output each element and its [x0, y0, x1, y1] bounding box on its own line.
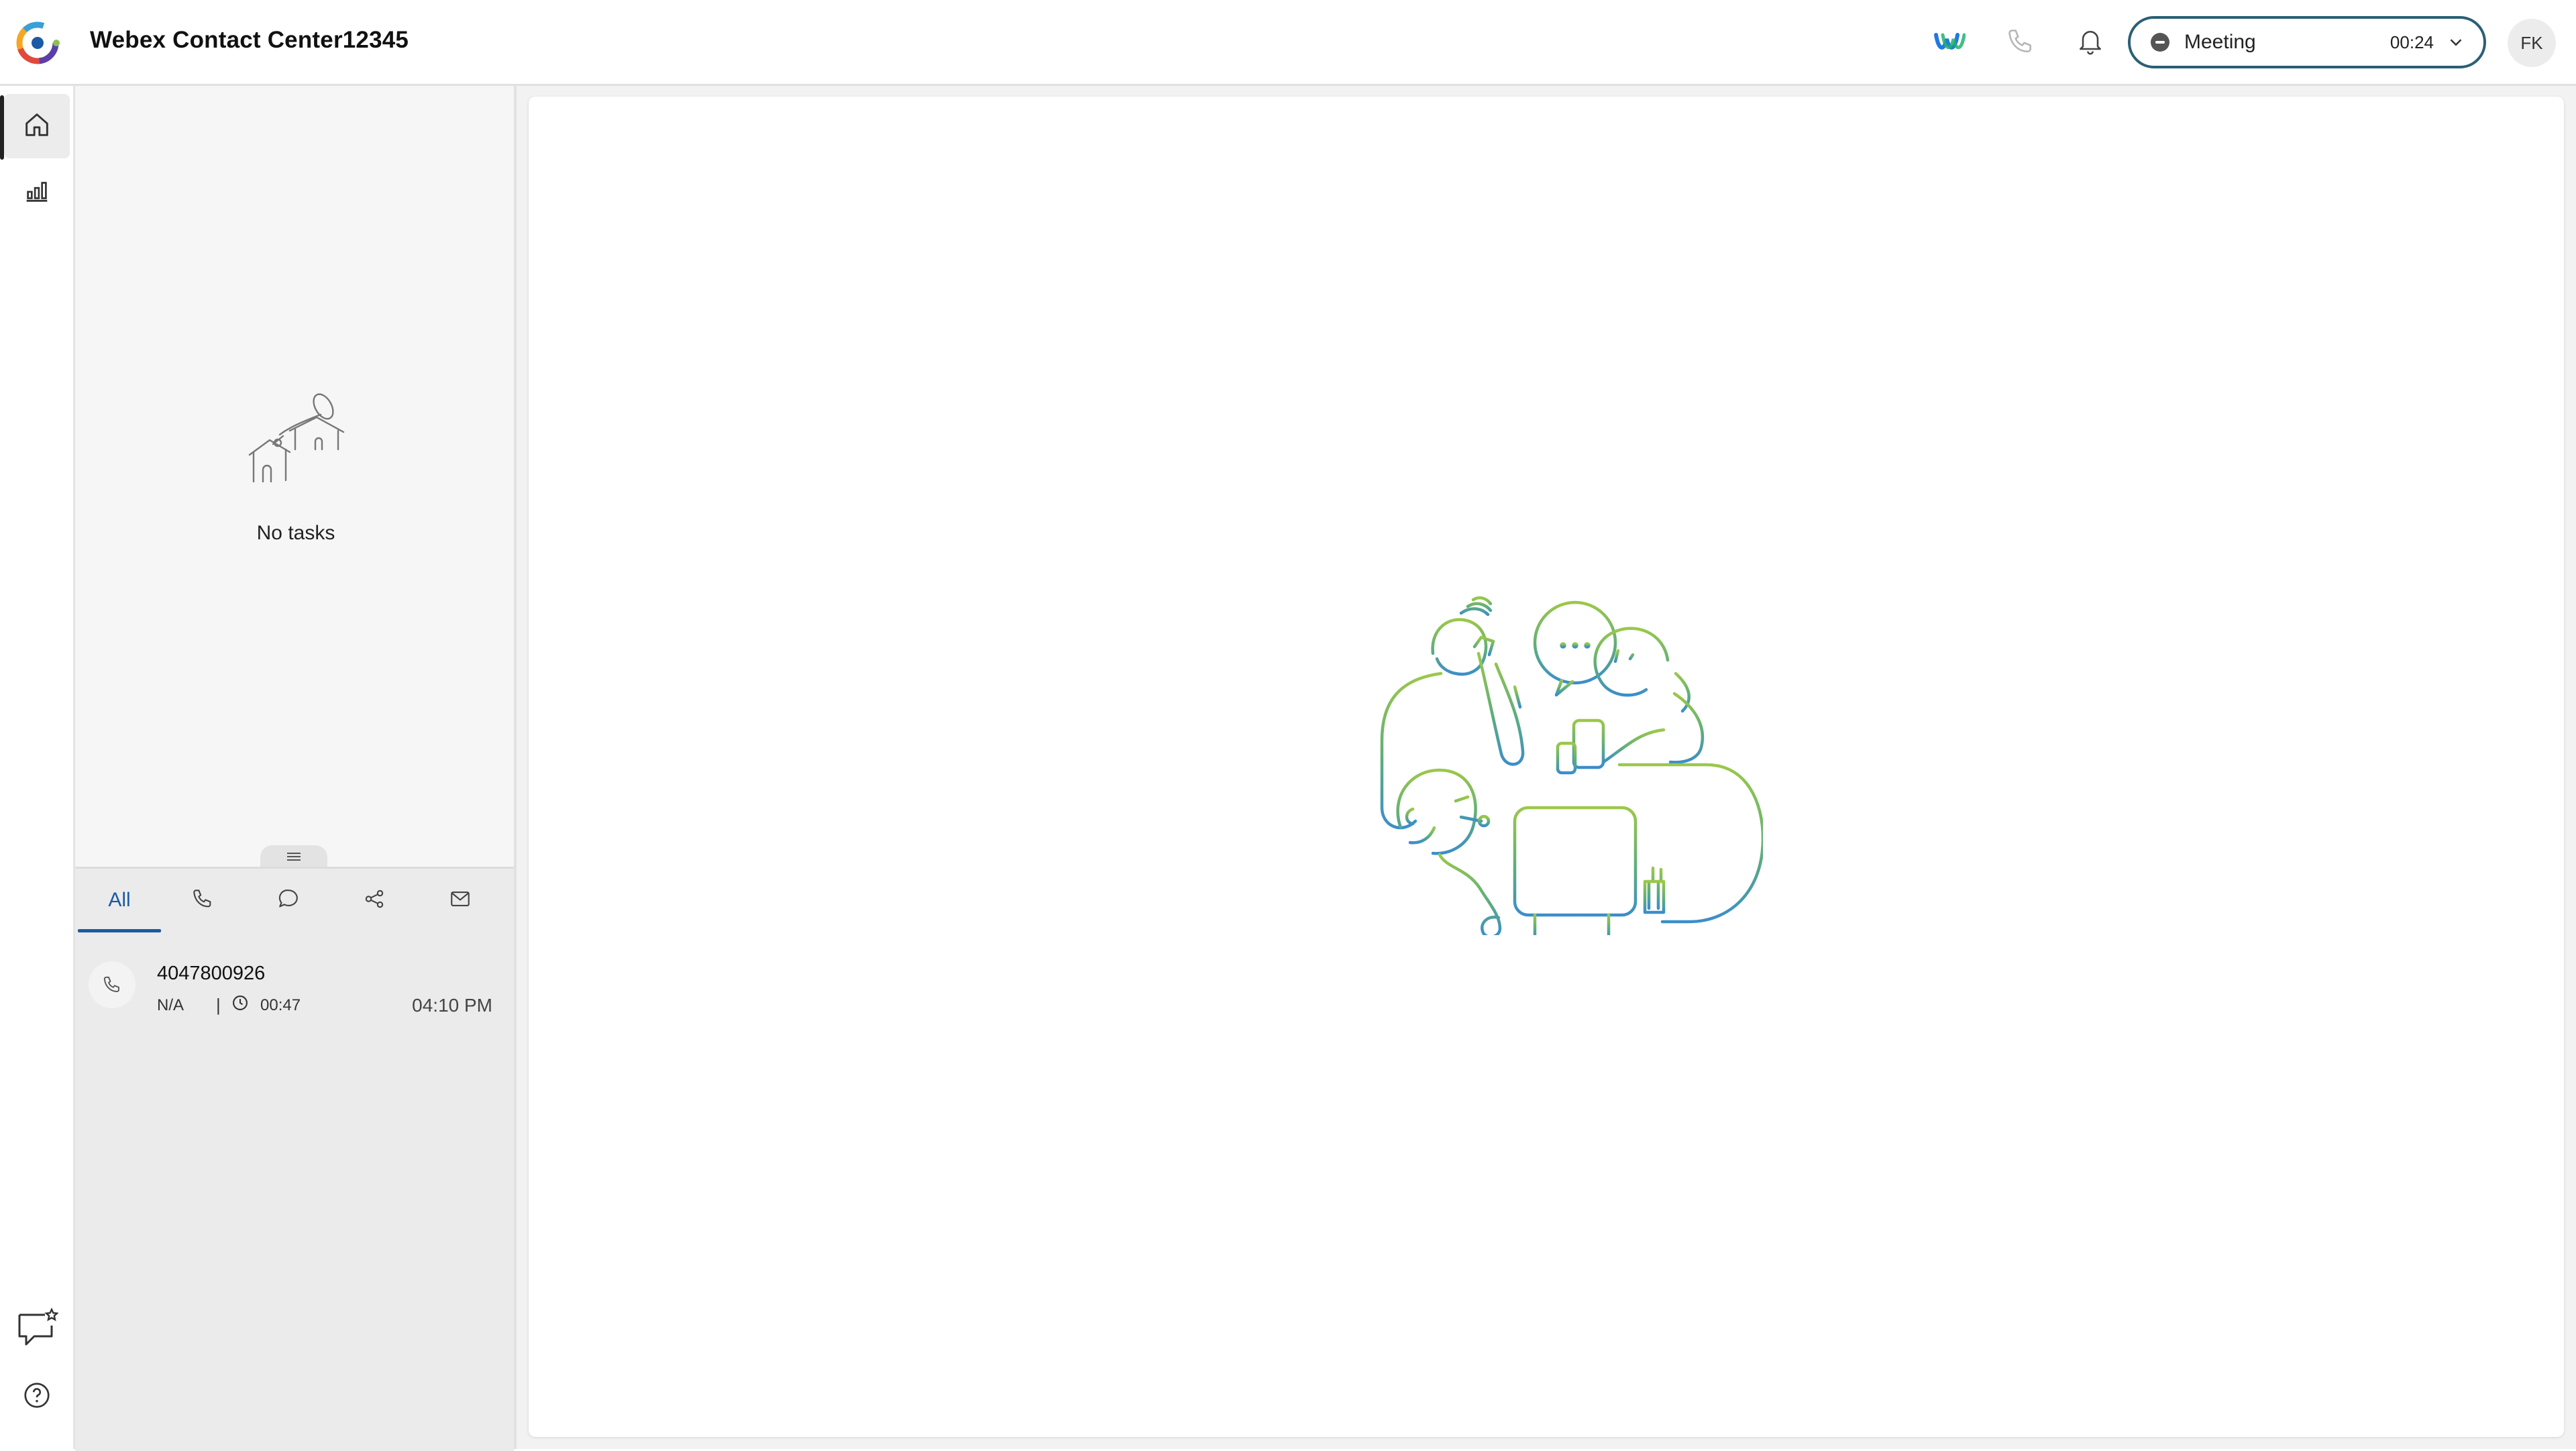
nav-home[interactable]	[4, 94, 70, 158]
wrapup-status: N/A	[157, 996, 184, 1014]
welcome-illustration	[1360, 586, 1765, 940]
phone-icon	[89, 961, 136, 1008]
top-header: Webex Contact Center12345 Meeting 00:24 …	[0, 0, 2576, 86]
state-label: Meeting	[2184, 31, 2256, 53]
bell-icon[interactable]	[2072, 23, 2109, 60]
clock-icon	[231, 993, 251, 1014]
tab-all[interactable]: All	[78, 869, 161, 932]
separator: |	[216, 995, 221, 1015]
chat-icon	[277, 888, 300, 914]
state-timer: 00:24	[2390, 32, 2434, 52]
task-panel: No tasks All 4047800926 N/A | 00:47 04:1…	[75, 86, 517, 1451]
email-icon	[449, 888, 472, 914]
call-duration: 00:47	[260, 996, 301, 1014]
panel-resize-handle[interactable]	[260, 845, 327, 868]
avatar[interactable]: FK	[2508, 19, 2556, 67]
tab-email[interactable]	[419, 869, 502, 932]
interaction-history: All 4047800926 N/A | 00:47 04:10 PM	[75, 867, 514, 1451]
webex-app-icon[interactable]	[1931, 23, 1968, 60]
social-icon	[363, 888, 386, 914]
app-title: Webex Contact Center12345	[90, 27, 409, 53]
phone-icon[interactable]	[2002, 23, 2039, 60]
feedback-icon	[15, 1307, 59, 1350]
tab-active-underline	[78, 929, 161, 932]
list-item[interactable]: 4047800926 N/A | 00:47 04:10 PM	[75, 943, 514, 1016]
agent-state-dropdown[interactable]: Meeting 00:24	[2128, 16, 2486, 68]
nav-analytics[interactable]	[4, 160, 70, 224]
tab-calls[interactable]	[161, 869, 244, 932]
history-tabs: All	[75, 869, 514, 932]
state-busy-icon	[2151, 33, 2169, 52]
nav-help[interactable]	[4, 1364, 70, 1429]
tab-chat[interactable]	[247, 869, 330, 932]
empty-tasks-illustration	[243, 388, 357, 495]
caller-number: 4047800926	[157, 963, 266, 984]
main-area	[517, 86, 2576, 1449]
call-time: 04:10 PM	[412, 995, 492, 1016]
home-icon	[21, 109, 52, 144]
no-tasks-text: No tasks	[256, 522, 335, 544]
help-icon	[21, 1380, 52, 1414]
main-card	[529, 97, 2564, 1437]
nav-rail	[0, 86, 75, 1449]
chevron-down-icon	[2446, 32, 2466, 52]
webex-cc-logo	[13, 19, 62, 67]
analytics-icon	[21, 175, 52, 209]
tab-social[interactable]	[333, 869, 416, 932]
phone-icon	[191, 888, 214, 914]
nav-feedback[interactable]	[4, 1296, 70, 1360]
